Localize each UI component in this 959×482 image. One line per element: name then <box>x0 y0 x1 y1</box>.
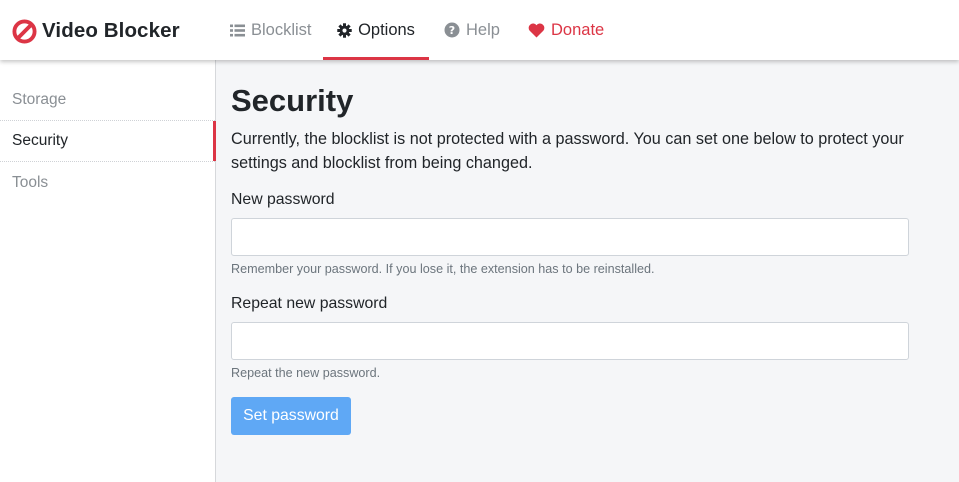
svg-text:?: ? <box>449 24 455 37</box>
nav-donate-label: Donate <box>551 20 605 39</box>
sidebar-item-storage[interactable]: Storage <box>0 80 215 121</box>
prohibited-icon <box>12 18 37 44</box>
sidebar-item-label: Security <box>12 132 68 149</box>
list-icon <box>230 24 245 36</box>
nav-help-label: Help <box>466 20 500 39</box>
nav-options[interactable]: Options <box>323 0 429 60</box>
page-title: Security <box>231 83 354 118</box>
sidebar-item-tools[interactable]: Tools <box>0 162 215 203</box>
new-password-label: New password <box>231 191 335 208</box>
repeat-password-label: Repeat new password <box>231 295 388 312</box>
new-password-hint: Remember your password. If you lose it, … <box>231 262 655 276</box>
nav-options-label: Options <box>358 20 415 39</box>
sidebar-item-label: Tools <box>12 173 49 191</box>
brand[interactable]: Video Blocker <box>12 18 180 44</box>
repeat-password-field[interactable] <box>231 322 909 360</box>
heart-icon <box>528 23 545 37</box>
nav-blocklist-label: Blocklist <box>251 20 312 39</box>
security-section: Security Currently, the blocklist is not… <box>231 60 931 435</box>
security-description: Currently, the blocklist is not protecte… <box>231 130 904 172</box>
new-password-field[interactable] <box>231 218 909 256</box>
brand-name: Video Blocker <box>42 19 180 42</box>
nav-donate[interactable]: Donate <box>528 0 604 60</box>
sidebar-item-security[interactable]: Security <box>0 121 216 162</box>
top-navbar: Video Blocker Blocklist Options ? Help D… <box>0 0 959 60</box>
nav-help[interactable]: ? Help <box>444 0 500 60</box>
set-password-button[interactable]: Set password <box>231 397 351 435</box>
question-circle-icon: ? <box>444 22 460 38</box>
repeat-password-hint: Repeat the new password. <box>231 366 381 380</box>
sidebar-item-label: Storage <box>12 91 67 108</box>
gear-icon <box>337 22 352 38</box>
nav-blocklist[interactable]: Blocklist <box>230 0 312 60</box>
options-sidebar: Storage Security Tools <box>0 60 216 482</box>
